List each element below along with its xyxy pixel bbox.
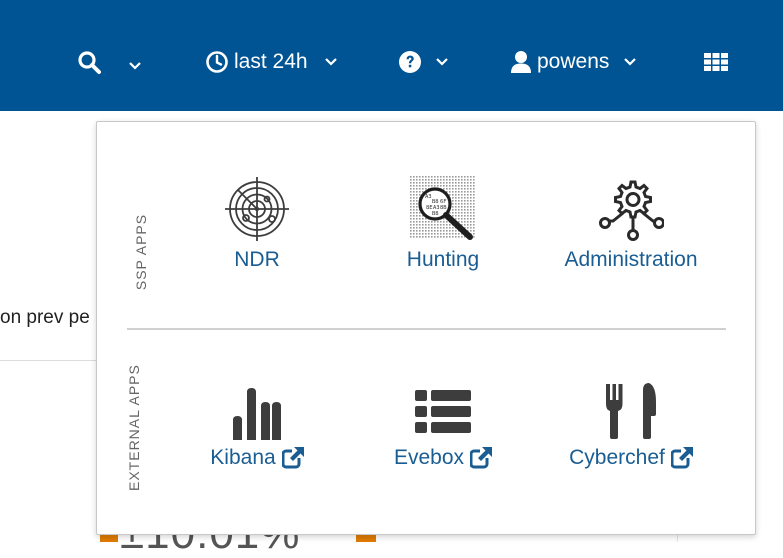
app-evebox[interactable]: Evebox [387,372,499,470]
time-range-label: last 24h [234,50,308,73]
chevron-down-icon [436,58,448,66]
chevron-down-icon [129,62,141,70]
user-icon [511,51,531,73]
ssp-apps-section-title: SSP APPS [133,213,149,291]
search-menu[interactable] [77,44,142,80]
top-navbar: last 24h powens [0,0,783,111]
app-cyberchef[interactable]: Cyberchef [561,372,701,470]
app-administration[interactable]: Administration [553,174,709,272]
app-label: NDR [234,248,280,271]
apps-menu-button[interactable] [704,44,728,80]
time-range-menu[interactable]: last 24h [205,44,338,80]
app-label: Hunting [406,248,480,271]
background-divider [0,360,96,361]
background-text: on prev pe [0,307,90,328]
magnifier-hex-icon: A3 B8 6F 8E A3 8B B8 [410,174,476,242]
chevron-down-icon [324,58,337,66]
svg-text:A3: A3 [425,194,432,200]
app-label-row: Cyberchef [569,446,693,470]
app-label-row: Evebox [393,446,493,470]
external-apps-section-title: EXTERNAL APPS [126,364,142,491]
app-label: Evebox [393,446,465,469]
user-menu[interactable]: powens [510,44,637,80]
app-label: Kibana [210,446,276,469]
app-ndr[interactable]: NDR [209,174,305,272]
section-divider [127,328,726,330]
fork-knife-icon [603,372,659,440]
search-icon [78,51,101,74]
clock-icon [206,51,228,73]
grid-icon [704,53,728,71]
gear-network-icon [598,174,664,242]
app-label-row: Kibana [210,446,304,470]
username-label: powens [537,50,610,73]
external-link-icon [470,447,493,469]
bar-chart-icon [229,372,285,440]
svg-text:8B: 8B [440,205,447,211]
app-kibana[interactable]: Kibana [205,372,309,470]
svg-text:B8: B8 [432,211,439,217]
help-menu[interactable] [398,44,449,80]
radar-target-icon [224,174,290,242]
app-label: Cyberchef [569,446,665,469]
app-label: Administration [564,248,698,271]
list-icon [414,372,472,440]
apps-dropdown-panel: SSP APPS EXTERNAL APPS NDR A3 B8 6F 8E A… [96,121,756,535]
question-circle-icon [399,51,421,73]
external-link-icon [281,447,304,469]
external-link-icon [670,447,693,469]
chevron-down-icon [624,58,637,66]
app-hunting[interactable]: A3 B8 6F 8E A3 8B B8 Hunting [380,174,506,272]
